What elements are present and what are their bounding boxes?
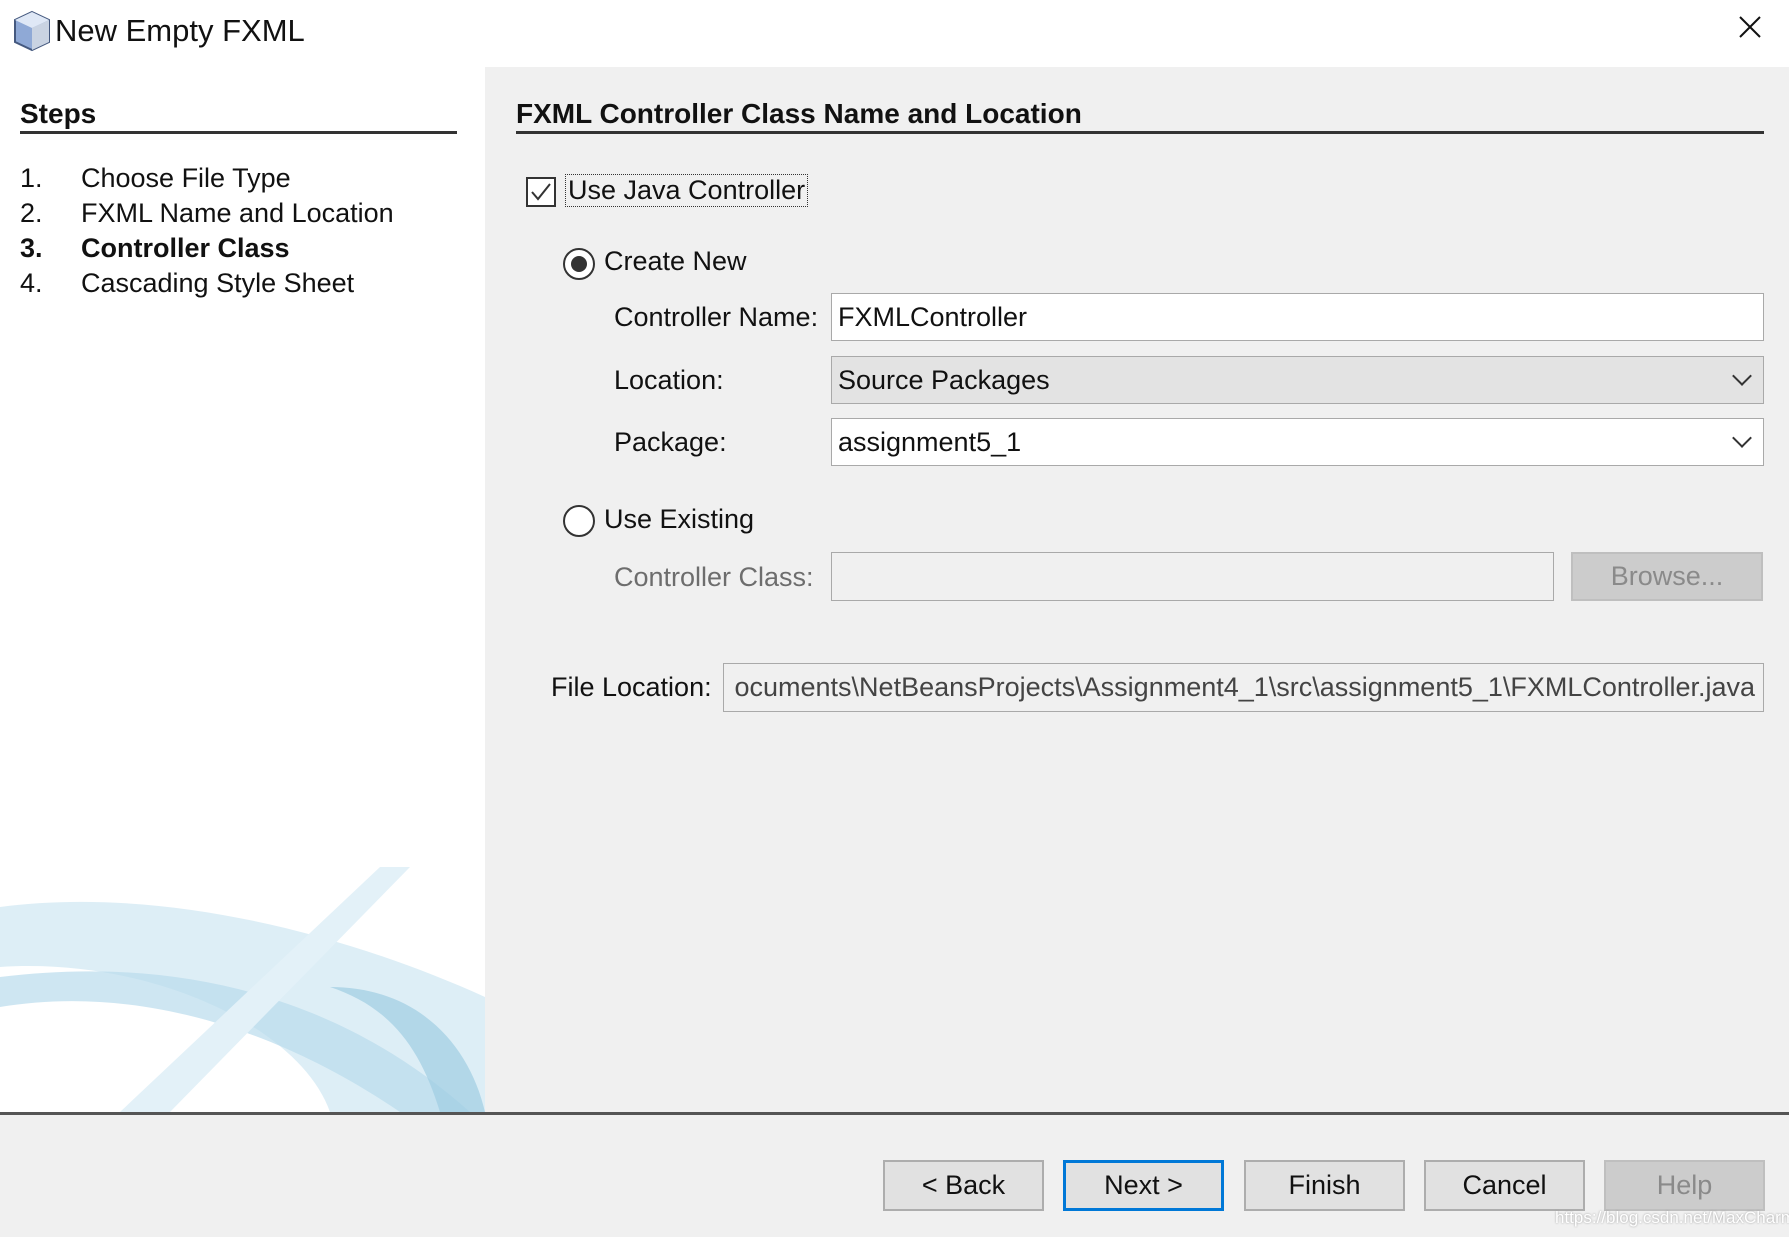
chevron-down-icon xyxy=(1732,366,1752,386)
package-value: assignment5_1 xyxy=(838,426,1022,457)
cube-icon xyxy=(14,10,50,52)
file-location-label: File Location: xyxy=(551,672,712,702)
step-number: 4. xyxy=(20,268,43,298)
location-label: Location: xyxy=(614,365,724,395)
steps-divider xyxy=(20,131,457,134)
controller-name-label: Controller Name: xyxy=(614,302,819,332)
window-title: New Empty FXML xyxy=(55,13,305,48)
controller-name-input[interactable]: FXMLController xyxy=(831,293,1764,341)
back-button[interactable]: < Back xyxy=(883,1160,1044,1211)
step-number: 2. xyxy=(20,198,43,228)
create-new-radio[interactable] xyxy=(563,248,595,280)
radio-dot xyxy=(571,256,587,272)
steps-panel: Steps 1. Choose File Type 2. FXML Name and… xyxy=(0,67,485,1112)
step-item: 1. Choose File Type xyxy=(20,163,394,198)
next-button[interactable]: Next > xyxy=(1063,1160,1224,1211)
step-number: 3. xyxy=(20,233,43,263)
use-existing-radio[interactable] xyxy=(563,505,595,537)
controller-class-label: Controller Class: xyxy=(614,562,814,592)
steps-heading: Steps xyxy=(20,98,97,129)
use-java-controller-checkbox[interactable] xyxy=(526,177,556,207)
panel-heading: FXML Controller Class Name and Location xyxy=(516,98,1082,129)
panel-divider xyxy=(516,131,1764,134)
decorative-swoosh xyxy=(0,867,485,1112)
step-item-current: 3. Controller Class xyxy=(20,233,394,268)
use-java-controller-label[interactable]: Use Java Controller xyxy=(565,174,809,207)
chevron-down-icon xyxy=(1732,428,1752,448)
step-label: Cascading Style Sheet xyxy=(81,268,355,298)
step-label: Choose File Type xyxy=(81,163,291,193)
step-item: 4. Cascading Style Sheet xyxy=(20,268,394,303)
close-icon[interactable] xyxy=(1738,15,1762,39)
step-number: 1. xyxy=(20,163,43,193)
package-combo[interactable]: assignment5_1 xyxy=(831,418,1764,466)
controller-class-input[interactable] xyxy=(831,552,1554,601)
create-new-label[interactable]: Create New xyxy=(604,246,747,277)
watermark: https://blog.csdn.net/MaxCharm xyxy=(1555,1208,1789,1227)
help-button[interactable]: Help xyxy=(1604,1160,1765,1211)
location-select[interactable]: Source Packages xyxy=(831,356,1764,404)
checkmark-icon xyxy=(531,183,551,201)
step-item: 2. FXML Name and Location xyxy=(20,198,394,233)
finish-button[interactable]: Finish xyxy=(1244,1160,1405,1211)
title-bar: New Empty FXML xyxy=(0,0,1789,67)
file-location-field[interactable]: ocuments\NetBeansProjects\Assignment4_1\… xyxy=(723,663,1764,712)
steps-list: 1. Choose File Type 2. FXML Name and Locat… xyxy=(20,163,394,303)
cancel-button[interactable]: Cancel xyxy=(1424,1160,1585,1211)
browse-button[interactable]: Browse... xyxy=(1571,552,1763,601)
step-label: FXML Name and Location xyxy=(81,198,394,228)
package-label: Package: xyxy=(614,427,727,457)
use-existing-label[interactable]: Use Existing xyxy=(604,504,754,535)
step-label: Controller Class xyxy=(81,233,290,263)
location-value: Source Packages xyxy=(838,364,1050,395)
